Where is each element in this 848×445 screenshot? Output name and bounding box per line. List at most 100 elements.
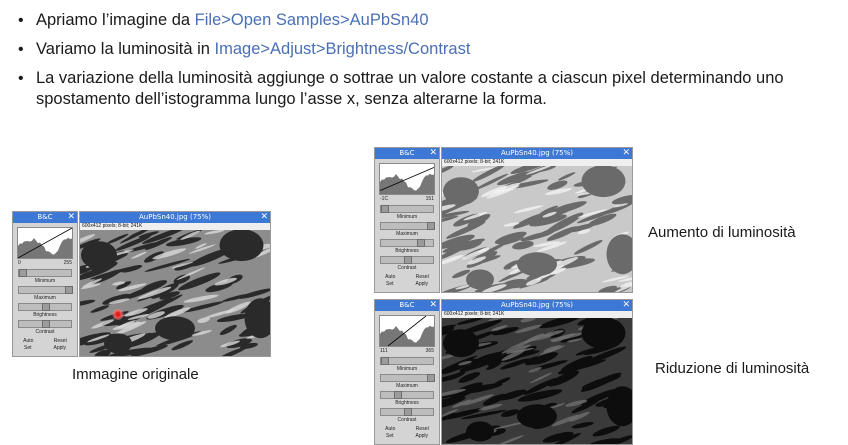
reset-button[interactable]: Reset (416, 426, 429, 432)
contrast-label: Contrast (397, 417, 417, 423)
apply-button[interactable]: Apply (53, 345, 66, 351)
brightness-label: Brightness (33, 312, 57, 318)
brightness-slider-thumb[interactable] (42, 303, 50, 311)
histogram (17, 227, 73, 259)
contrast-label: Contrast (397, 265, 417, 271)
range-max: 151 (425, 196, 434, 202)
contrast-slider-thumb[interactable] (42, 320, 50, 328)
brightness-contrast-dialog: B&C ✕ 111 365 Minimum Maximum Brightness Contra… (374, 299, 440, 445)
bullet-dot: • (18, 12, 24, 29)
microstructure-image (442, 318, 632, 444)
image-info: 600x412 pixels; 8-bit; 241K (80, 223, 270, 230)
histogram-graph (18, 228, 72, 258)
maximum-slider-thumb[interactable] (65, 286, 74, 294)
panel-original: B&C ✕ 0 255 Minimum Maximum Brightness Contrast… (12, 211, 271, 357)
image-info: 600x412 pixels; 8-bit; 241K (442, 159, 632, 166)
brightness-slider[interactable] (18, 303, 72, 311)
range-min: 111 (380, 348, 388, 354)
histogram-range: 111 365 (375, 347, 439, 355)
bullet-item-1: • Apriamo l’imagine da File>Open Samples>… (10, 10, 840, 31)
microstructure-image (80, 230, 270, 356)
reset-button[interactable]: Reset (416, 274, 429, 280)
button-row: Auto Reset (13, 338, 77, 344)
contrast-slider-thumb[interactable] (404, 408, 412, 416)
image-window: AuPbSn40.jpg (75%) ✕ 600x412 pixels; 8-bit… (441, 147, 633, 293)
set-button[interactable]: Set (24, 345, 32, 351)
minimum-slider[interactable] (380, 357, 434, 365)
range-max: 255 (63, 260, 72, 266)
maximum-slider[interactable] (18, 286, 74, 294)
button-row: Set Apply (375, 433, 439, 439)
bullet-item-3: • La variazione della luminosità aggiunge… (10, 68, 840, 110)
image-info: 600x412 pixels; 8-bit; 241K (442, 311, 632, 318)
panel-decreased: B&C ✕ 111 365 Minimum Maximum Brightness Contra… (374, 299, 633, 445)
close-icon[interactable]: ✕ (429, 300, 437, 311)
image-title: AuPbSn40.jpg (75%) (501, 301, 573, 309)
image-title: AuPbSn40.jpg (75%) (501, 149, 573, 157)
minimum-slider[interactable] (380, 205, 434, 213)
maximum-slider[interactable] (380, 374, 436, 382)
histogram (379, 315, 435, 347)
set-button[interactable]: Set (386, 433, 394, 439)
close-icon[interactable]: ✕ (67, 212, 75, 223)
minimum-slider[interactable] (18, 269, 72, 277)
maximum-slider-thumb[interactable] (427, 374, 436, 382)
range-min: 0 (18, 260, 21, 266)
minimum-label: Minimum (396, 366, 418, 372)
image-title: AuPbSn40.jpg (75%) (139, 213, 211, 221)
apply-button[interactable]: Apply (415, 281, 428, 287)
minimum-slider-thumb[interactable] (380, 205, 389, 213)
bc-title: B&C (37, 213, 53, 221)
button-row: Auto Reset (375, 426, 439, 432)
bullet-dot: • (18, 41, 24, 58)
range-max: 365 (425, 348, 434, 354)
caption-original: Immagine originale (72, 366, 199, 383)
image-titlebar: AuPbSn40.jpg (75%) ✕ (442, 148, 632, 159)
contrast-slider[interactable] (380, 408, 434, 416)
maximum-slider[interactable] (380, 222, 436, 230)
bc-titlebar: B&C ✕ (13, 212, 77, 223)
brightness-slider-thumb[interactable] (417, 239, 425, 247)
minimum-slider-thumb[interactable] (18, 269, 27, 277)
close-icon[interactable]: ✕ (429, 148, 437, 159)
button-row: Set Apply (13, 345, 77, 351)
maximum-slider-thumb[interactable] (427, 222, 436, 230)
menu-path-link: File>Open Samples>AuPbSn40 (194, 11, 429, 29)
apply-button[interactable]: Apply (415, 433, 428, 439)
histogram-graph (380, 316, 434, 346)
bc-titlebar: B&C ✕ (375, 300, 439, 311)
range-min: -1C (380, 196, 389, 202)
brightness-contrast-dialog: B&C ✕ -1C 151 Minimum Maximum Brightness Contra… (374, 147, 440, 293)
auto-button[interactable]: Auto (23, 338, 33, 344)
brightness-slider[interactable] (380, 391, 434, 399)
menu-path-link: Image>Adjust>Brightness/Contrast (214, 40, 471, 58)
close-icon[interactable]: ✕ (260, 212, 268, 223)
maximum-label: Maximum (34, 295, 56, 301)
reset-button[interactable]: Reset (54, 338, 67, 344)
maximum-label: Maximum (396, 231, 418, 237)
bc-titlebar: B&C ✕ (375, 148, 439, 159)
close-icon[interactable]: ✕ (622, 148, 630, 159)
contrast-slider[interactable] (380, 256, 434, 264)
contrast-slider-thumb[interactable] (404, 256, 412, 264)
bullet-list: • Apriamo l’imagine da File>Open Samples>… (10, 10, 840, 118)
image-titlebar: AuPbSn40.jpg (75%) ✕ (442, 300, 632, 311)
maximum-label: Maximum (396, 383, 418, 389)
bullet-text: La variazione della luminosità aggiunge … (36, 69, 784, 108)
auto-button[interactable]: Auto (385, 426, 395, 432)
caption-increased: Aumento di luminosità (648, 224, 796, 241)
bullet-item-2: • Variamo la luminosità in Image>Adjust>B… (10, 39, 840, 60)
auto-button[interactable]: Auto (385, 274, 395, 280)
minimum-slider-thumb[interactable] (380, 357, 389, 365)
brightness-slider-thumb[interactable] (393, 391, 402, 399)
contrast-slider[interactable] (18, 320, 72, 328)
set-button[interactable]: Set (386, 281, 394, 287)
image-titlebar: AuPbSn40.jpg (75%) ✕ (80, 212, 270, 223)
histogram-range: 0 255 (13, 259, 77, 267)
image-window: AuPbSn40.jpg (75%) ✕ 600x412 pixels; 8-bit… (441, 299, 633, 445)
close-icon[interactable]: ✕ (622, 300, 630, 311)
brightness-slider[interactable] (380, 239, 434, 247)
brightness-label: Brightness (395, 400, 419, 406)
panel-increased: B&C ✕ -1C 151 Minimum Maximum Brightness Contra… (374, 147, 633, 293)
histogram (379, 163, 435, 195)
